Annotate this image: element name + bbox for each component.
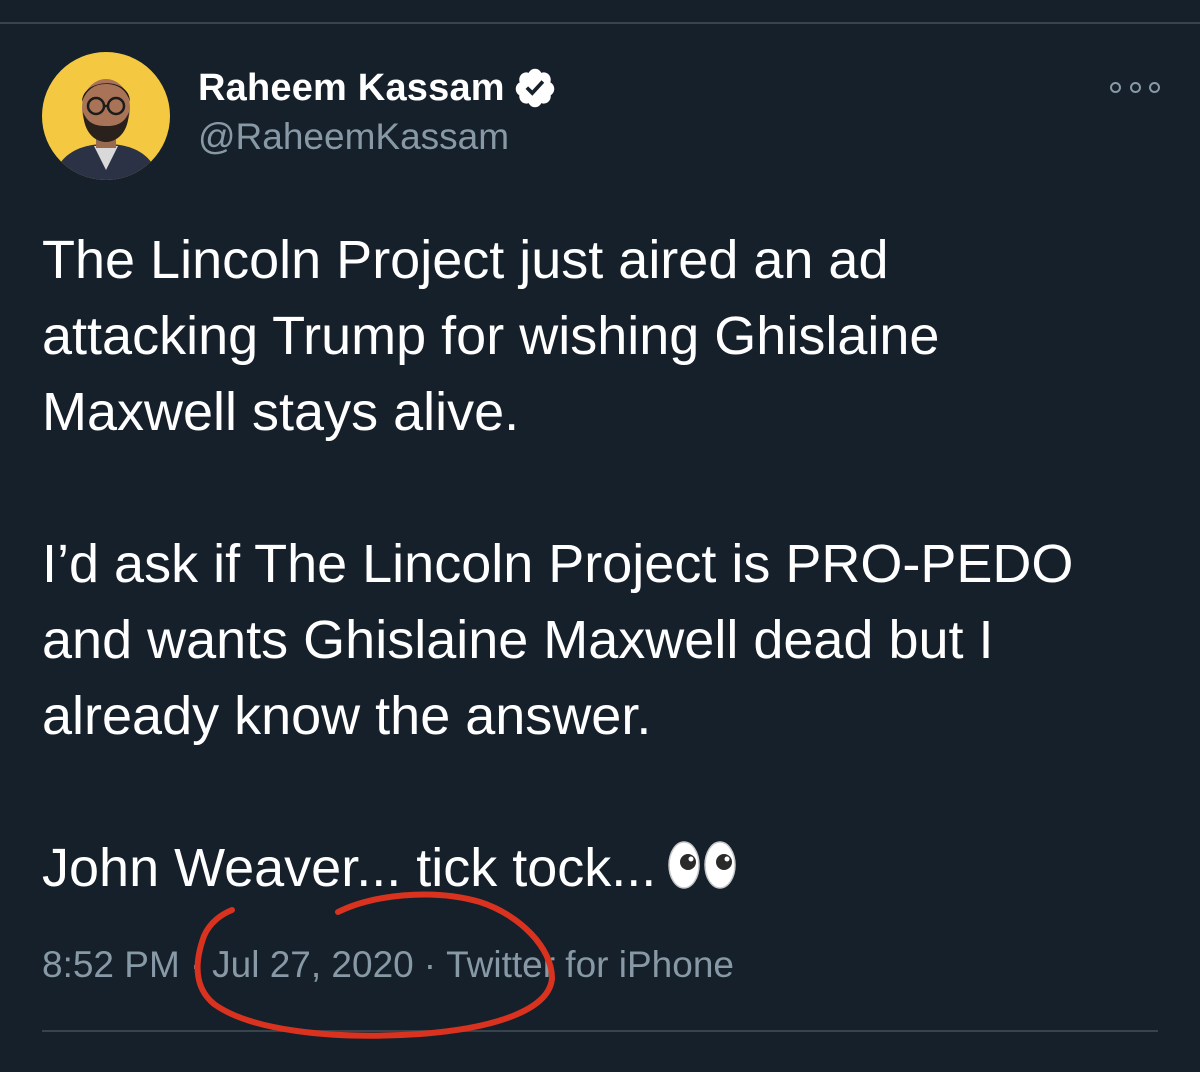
- verified-badge-icon: [513, 66, 557, 110]
- tweet-line-text: John Weaver... tick tock...: [42, 838, 657, 898]
- tweet-source[interactable]: Twitter for iPhone: [446, 944, 734, 985]
- author-handle[interactable]: @RaheemKassam: [198, 116, 509, 158]
- avatar-image: [42, 52, 170, 180]
- meta-separator: ·: [423, 944, 437, 985]
- tweet-line: The Lincoln Project just aired an ad: [42, 230, 889, 290]
- more-dot: [1129, 81, 1141, 93]
- top-divider: [0, 22, 1200, 24]
- tweet-line: attacking Trump for wishing Ghislaine: [42, 306, 940, 366]
- author-name-row[interactable]: Raheem Kassam: [198, 64, 557, 112]
- meta-separator: ·: [189, 944, 203, 985]
- more-dot: [1110, 81, 1121, 93]
- eyes-emoji-icon: [666, 836, 738, 912]
- bottom-divider: [42, 1030, 1158, 1032]
- tweet-meta: 8:52 PM · Jul 27, 2020 · Twitter for iPhone: [42, 944, 734, 986]
- more-options-icon[interactable]: [1110, 76, 1160, 98]
- more-dot: [1149, 81, 1160, 93]
- tweet-line: already know the answer.: [42, 686, 652, 746]
- tweet-time[interactable]: 8:52 PM: [42, 944, 180, 985]
- display-name[interactable]: Raheem Kassam: [198, 67, 505, 110]
- tweet-line: and wants Ghislaine Maxwell dead but I: [42, 610, 994, 670]
- tweet-line: Maxwell stays alive.: [42, 382, 520, 442]
- tweet-line: I’d ask if The Lincoln Project is PRO-PE…: [42, 534, 1074, 594]
- tweet-date[interactable]: Jul 27, 2020: [212, 944, 414, 985]
- avatar[interactable]: [42, 52, 170, 180]
- tweet-last-line: John Weaver... tick tock...: [42, 830, 1162, 906]
- tweet-text: The Lincoln Project just aired an ad att…: [42, 222, 1162, 906]
